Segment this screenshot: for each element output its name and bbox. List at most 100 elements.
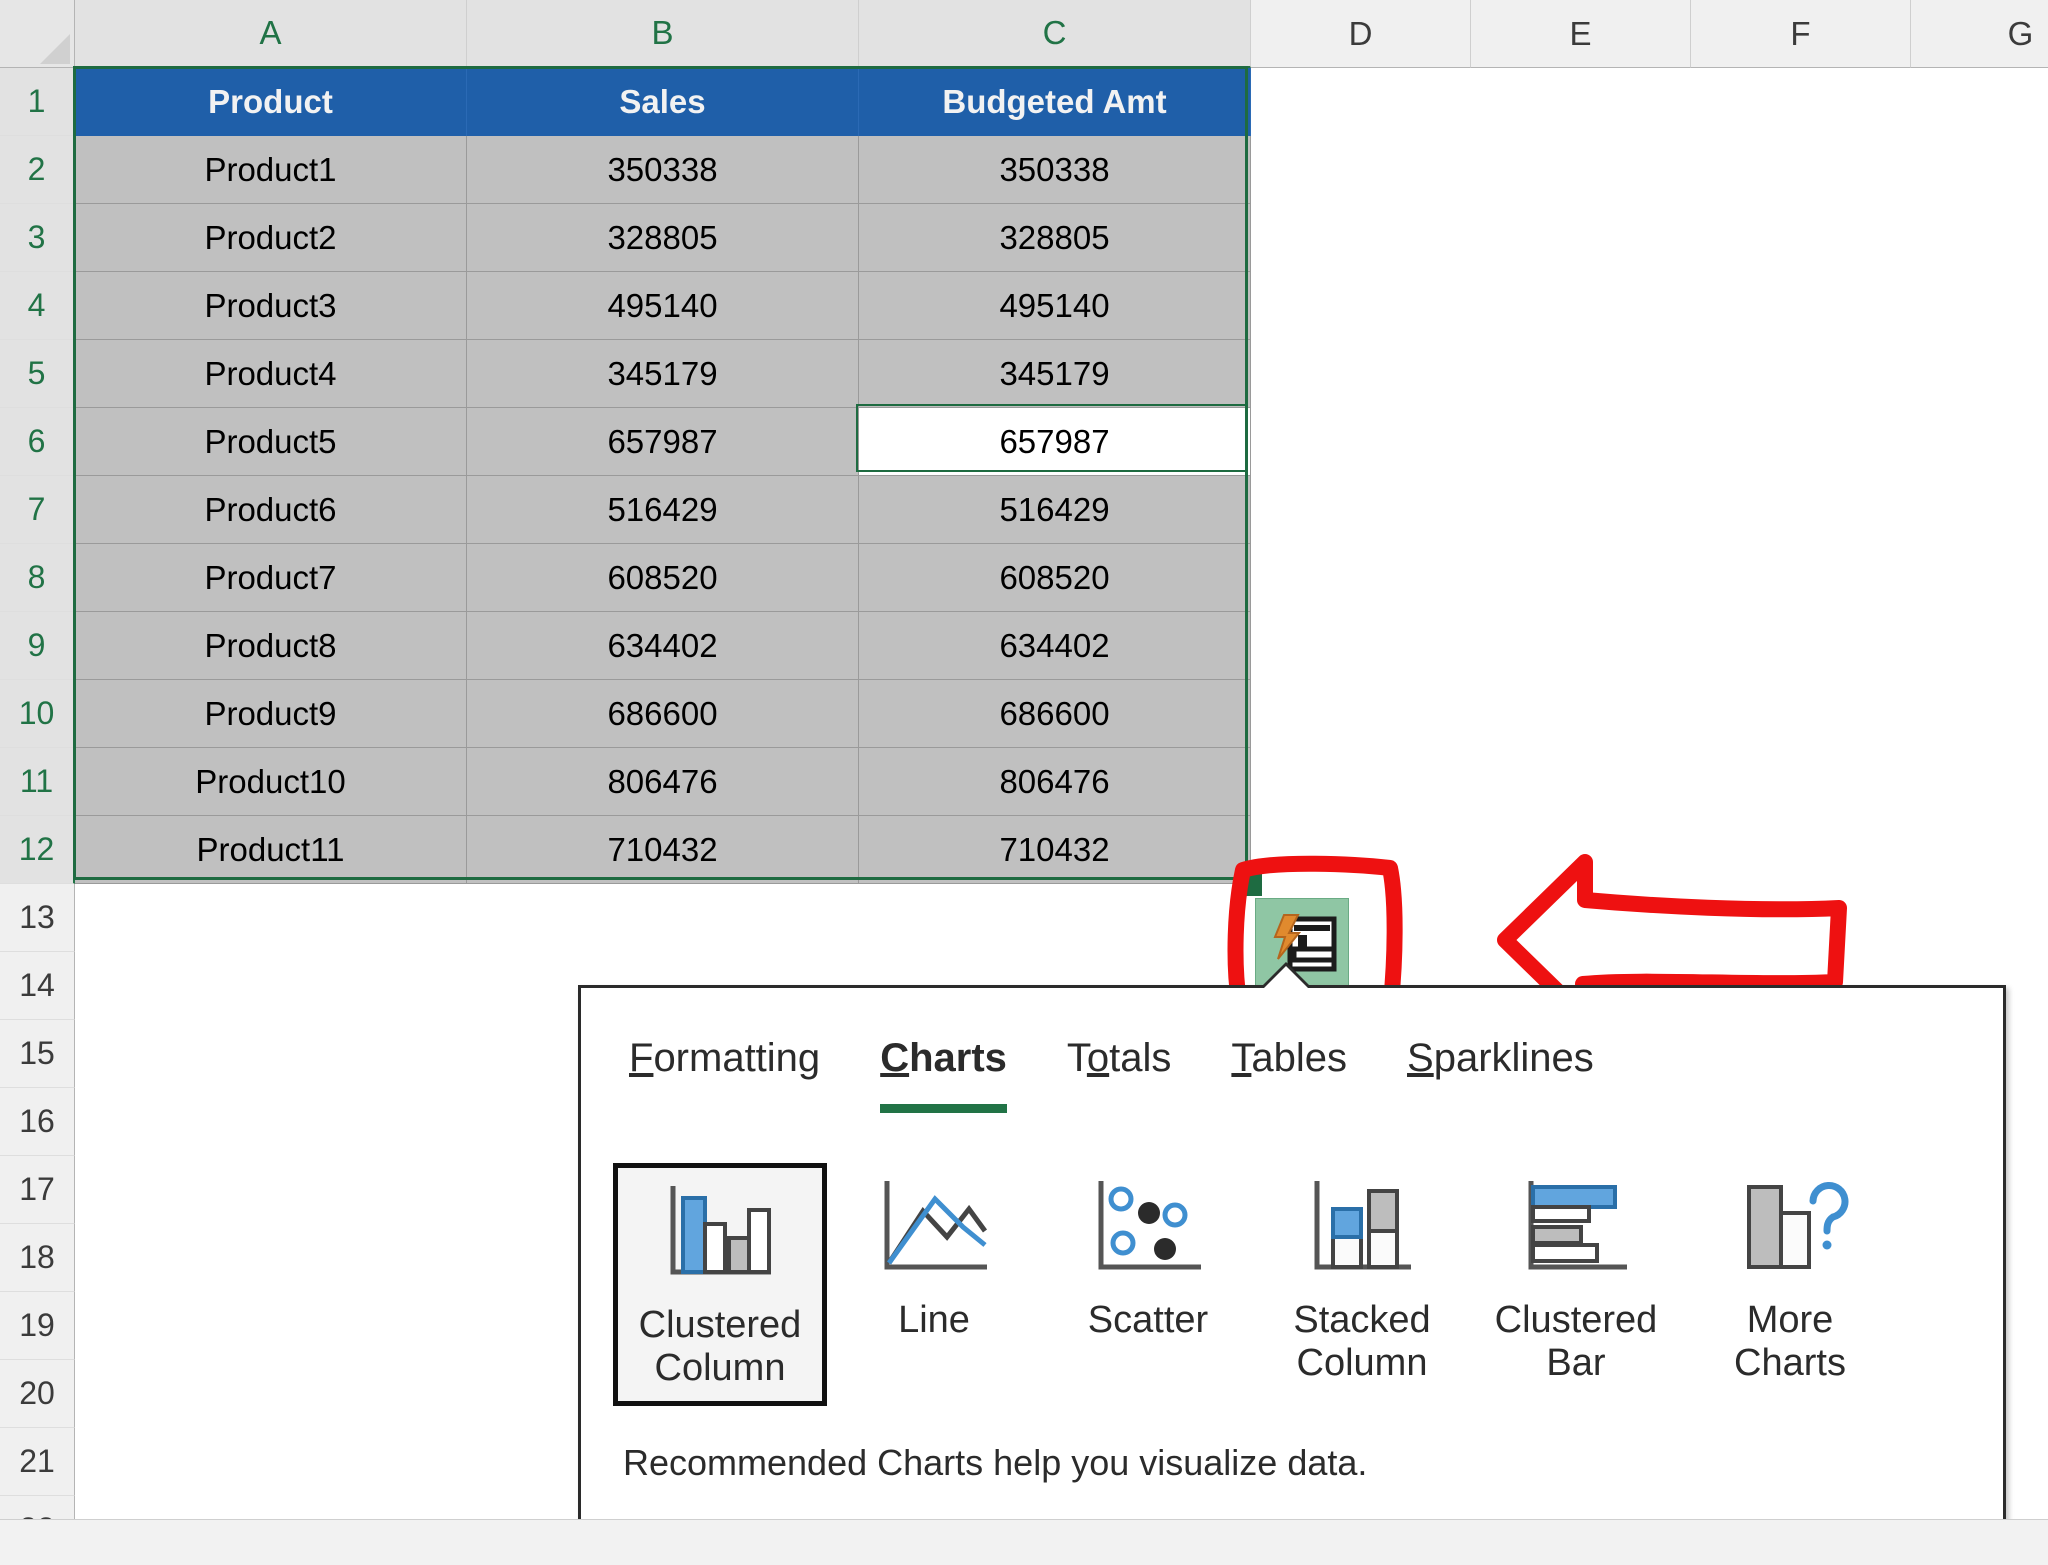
column-header-g[interactable]: G [1911,0,2048,68]
row-header-2[interactable]: 2 [0,136,75,204]
popup-tab-charts[interactable]: Charts [880,1036,1007,1087]
cell-B12[interactable]: 710432 [467,816,859,884]
cell-C3[interactable]: 328805 [859,204,1251,272]
cell-B5[interactable]: 345179 [467,340,859,408]
popup-item-clustered-column-chart[interactable]: Clustered Column [613,1163,827,1406]
cell-B9[interactable]: 634402 [467,612,859,680]
cell-B2[interactable]: 350338 [467,136,859,204]
row-header-7[interactable]: 7 [0,476,75,544]
cell-A11[interactable]: Product10 [75,748,467,816]
cell-B1[interactable]: Sales [467,68,859,136]
cell-C7[interactable]: 516429 [859,476,1251,544]
column-header-e[interactable]: E [1471,0,1691,68]
cell-A4[interactable]: Product3 [75,272,467,340]
popup-item-label: Line [898,1299,970,1342]
more-charts-question-icon [1730,1173,1850,1285]
column-header-a[interactable]: A [75,0,467,68]
cell-C10[interactable]: 686600 [859,680,1251,748]
row-header-6[interactable]: 6 [0,408,75,476]
popup-item-label: Scatter [1088,1299,1208,1342]
row-header-9[interactable]: 9 [0,612,75,680]
quick-analysis-popup: Formatting Charts Totals Tables Sparklines C… [578,985,2006,1525]
cell-B3[interactable]: 328805 [467,204,859,272]
row-header-13[interactable]: 13 [0,884,75,952]
row-header-10[interactable]: 10 [0,680,75,748]
popup-item-more-charts-question[interactable]: More Charts [1683,1163,1897,1396]
cell-B10[interactable]: 686600 [467,680,859,748]
popup-item-label: Stacked Column [1293,1299,1430,1384]
popup-item-label: More Charts [1734,1299,1846,1384]
cell-A6[interactable]: Product5 [75,408,467,476]
popup-item-label: Clustered Column [639,1304,802,1389]
clustered-column-chart-icon [660,1178,780,1290]
tab-mnemonic: o [1087,1036,1109,1080]
popup-tab-formatting[interactable]: Formatting [629,1036,820,1087]
popup-item-scatter-chart[interactable]: Scatter [1041,1163,1255,1354]
tab-mnemonic: S [1407,1036,1434,1080]
popup-callout-nub [1264,966,1308,988]
cell-C2[interactable]: 350338 [859,136,1251,204]
line-chart-icon [874,1173,994,1285]
popup-tab-totals[interactable]: Totals [1067,1036,1172,1087]
cell-C6[interactable]: 657987 [859,408,1251,476]
row-header-20[interactable]: 20 [0,1360,75,1428]
cell-B4[interactable]: 495140 [467,272,859,340]
scatter-chart-icon [1088,1173,1208,1285]
row-header-4[interactable]: 4 [0,272,75,340]
cell-A3[interactable]: Product2 [75,204,467,272]
tab-mnemonic: T [1231,1036,1251,1080]
column-header-f[interactable]: F [1691,0,1911,68]
column-header-c[interactable]: C [859,0,1251,68]
row-header-5[interactable]: 5 [0,340,75,408]
cell-B7[interactable]: 516429 [467,476,859,544]
popup-chart-item-list: Clustered Column Line Scatter Stacked Co… [581,1163,2003,1406]
tab-mnemonic: C [880,1036,909,1080]
cell-C9[interactable]: 634402 [859,612,1251,680]
cell-C4[interactable]: 495140 [859,272,1251,340]
cell-A10[interactable]: Product9 [75,680,467,748]
row-header-17[interactable]: 17 [0,1156,75,1224]
cell-B11[interactable]: 806476 [467,748,859,816]
cell-A9[interactable]: Product8 [75,612,467,680]
row-header-19[interactable]: 19 [0,1292,75,1360]
cell-A2[interactable]: Product1 [75,136,467,204]
stacked-column-chart-icon [1302,1173,1422,1285]
row-header-16[interactable]: 16 [0,1088,75,1156]
cell-C12[interactable]: 710432 [859,816,1251,884]
popup-item-line-chart[interactable]: Line [827,1163,1041,1354]
row-header-8[interactable]: 8 [0,544,75,612]
popup-footer-text: Recommended Charts help you visualize da… [623,1442,1367,1484]
cell-C5[interactable]: 345179 [859,340,1251,408]
status-bar-partial [0,1519,2048,1565]
row-header-11[interactable]: 11 [0,748,75,816]
cell-C11[interactable]: 806476 [859,748,1251,816]
cell-A1[interactable]: Product [75,68,467,136]
popup-tab-tables[interactable]: Tables [1231,1036,1347,1087]
row-header-12[interactable]: 12 [0,816,75,884]
row-header-1[interactable]: 1 [0,68,75,136]
popup-tab-bar: Formatting Charts Totals Tables Sparklines [581,1036,2003,1087]
popup-tab-sparklines[interactable]: Sparklines [1407,1036,1594,1087]
row-header-21[interactable]: 21 [0,1428,75,1496]
column-header-d[interactable]: D [1251,0,1471,68]
column-header-strip: ABCDEFG [75,0,2048,68]
clustered-bar-chart-icon [1516,1173,1636,1285]
cell-C1[interactable]: Budgeted Amt [859,68,1251,136]
row-header-18[interactable]: 18 [0,1224,75,1292]
cell-A8[interactable]: Product7 [75,544,467,612]
cell-B6[interactable]: 657987 [467,408,859,476]
popup-item-stacked-column-chart[interactable]: Stacked Column [1255,1163,1469,1396]
row-header-15[interactable]: 15 [0,1020,75,1088]
cell-C8[interactable]: 608520 [859,544,1251,612]
popup-item-clustered-bar-chart[interactable]: Clustered Bar [1469,1163,1683,1396]
popup-item-label: Clustered Bar [1495,1299,1658,1384]
select-all-corner[interactable] [0,0,75,68]
column-header-b[interactable]: B [467,0,859,68]
cell-A5[interactable]: Product4 [75,340,467,408]
cell-B8[interactable]: 608520 [467,544,859,612]
cell-A7[interactable]: Product6 [75,476,467,544]
row-header-14[interactable]: 14 [0,952,75,1020]
row-header-3[interactable]: 3 [0,204,75,272]
cell-A12[interactable]: Product11 [75,816,467,884]
selection-fill-handle[interactable] [1240,874,1262,896]
